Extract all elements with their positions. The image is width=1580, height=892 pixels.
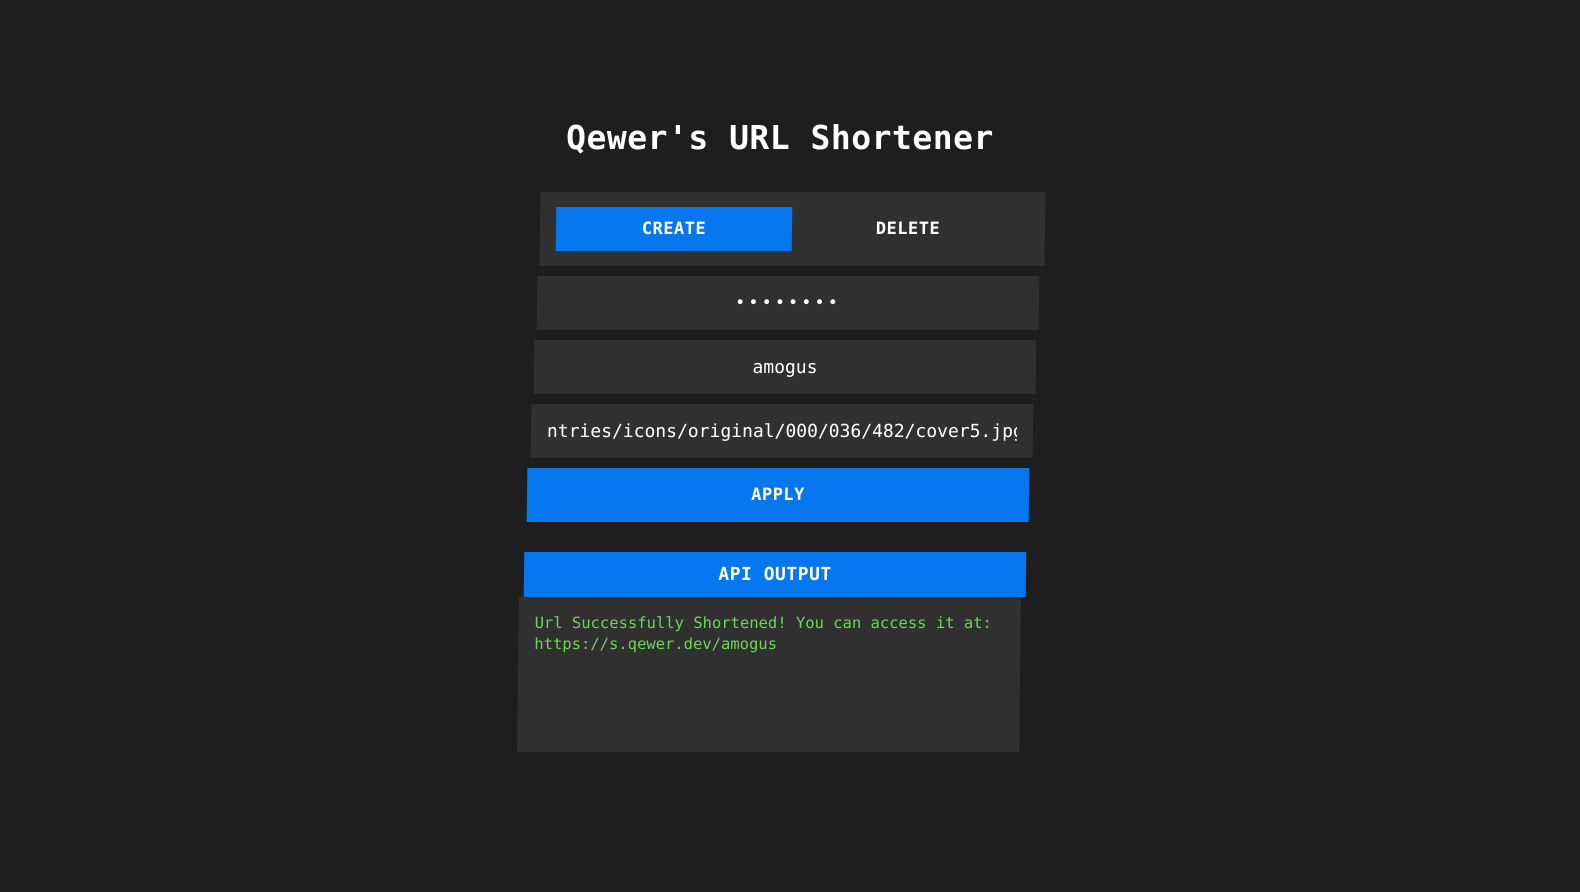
slug-field[interactable]	[533, 340, 1037, 394]
url-field[interactable]	[530, 404, 1034, 458]
api-output-panel: Url Successfully Shortened! You can acce…	[517, 597, 1021, 752]
password-field-box	[536, 276, 1040, 330]
page: Qewer's URL Shortener CREATE DELETE APPL…	[0, 0, 1580, 892]
create-tab-button[interactable]: CREATE	[555, 207, 793, 251]
mode-tab-bar: CREATE DELETE	[539, 192, 1046, 266]
api-output-message: Url Successfully Shortened! You can acce…	[534, 614, 993, 653]
api-output-header: API OUTPUT	[523, 552, 1027, 597]
password-field[interactable]	[536, 276, 1040, 330]
url-field-box	[530, 404, 1034, 458]
page-title: Qewer's URL Shortener	[566, 118, 994, 157]
slug-field-box	[533, 340, 1037, 394]
delete-tab-button[interactable]: DELETE	[790, 207, 1027, 251]
apply-button[interactable]: APPLY	[526, 468, 1030, 522]
